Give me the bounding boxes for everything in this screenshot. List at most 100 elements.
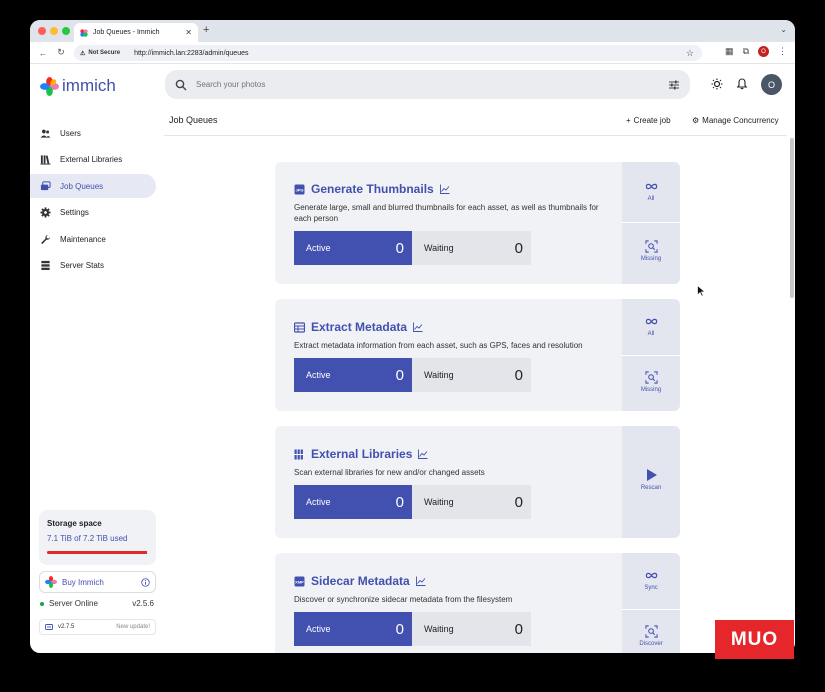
sidebar-item-job-queues[interactable]: Job Queues (30, 174, 156, 198)
plus-icon: + (626, 116, 631, 125)
server-version: v2.5.6 (132, 599, 154, 608)
storage-used-text: 7.1 TiB of 7.2 TiB used (47, 534, 128, 543)
waiting-count: 0 (514, 620, 523, 638)
muo-watermark-logo: MUO (715, 620, 794, 659)
job-title-label: External Libraries (311, 447, 413, 461)
queue-icon (40, 180, 51, 190)
browser-menu-icon[interactable]: ⋮ (778, 46, 787, 57)
sidebar-item-label: Server Stats (60, 260, 105, 270)
buy-immich-label: Buy Immich (62, 577, 104, 587)
users-icon (40, 129, 51, 138)
job-card-external-libraries: External Libraries Scan external librari… (275, 426, 680, 538)
brand-name: immich (62, 76, 116, 95)
sidebar-item-settings[interactable]: Settings (30, 200, 156, 224)
active-counter: Active 0 (294, 485, 412, 519)
storage-progress-bar (47, 551, 148, 554)
job-title-label: Extract Metadata (311, 320, 408, 334)
run-missing-button[interactable]: Missing (622, 371, 680, 393)
svg-text:JPG: JPG (295, 187, 303, 192)
app-header: immich Search your photos O (30, 64, 795, 104)
sidebar-item-label: Maintenance (60, 234, 106, 244)
job-counters: Active 0 Waiting 0 (294, 358, 531, 392)
waiting-count: 0 (514, 493, 523, 511)
new-tab-button[interactable]: + (203, 24, 209, 36)
back-icon[interactable]: ← (36, 48, 50, 58)
sidebar-item-server-stats[interactable]: Server Stats (30, 253, 156, 277)
job-counters: Active 0 Waiting 0 (294, 612, 531, 646)
job-actions: Sync Discover (622, 553, 680, 653)
job-description: Generate large, small and blurred thumbn… (294, 203, 599, 223)
job-title-label: Sidecar Metadata (311, 574, 410, 588)
run-all-button[interactable]: All (622, 180, 680, 202)
extensions-puzzle-icon[interactable]: ⧉ (743, 46, 749, 57)
discover-button[interactable]: Discover (622, 625, 680, 647)
buy-immich-button[interactable]: Buy Immich (39, 571, 156, 593)
sidebar-item-label: Job Queues (60, 181, 104, 191)
reload-icon[interactable]: ↻ (54, 47, 68, 58)
sidebar-item-users[interactable]: Users (30, 121, 156, 145)
create-job-button[interactable]: + Create job (626, 116, 671, 125)
maximize-window-button[interactable] (62, 27, 70, 35)
chart-icon[interactable] (415, 576, 426, 586)
server-status-label: Server Online (49, 599, 98, 608)
search-input[interactable] (196, 80, 668, 89)
immich-logo[interactable]: immich (40, 76, 116, 96)
discover-search-icon (644, 625, 658, 638)
job-description: Scan external libraries for new and/or c… (294, 468, 485, 477)
security-indicator[interactable]: ⚠ Not Secure (80, 50, 120, 57)
minimize-window-button[interactable] (50, 27, 58, 35)
active-label: Active (306, 497, 331, 507)
run-all-button[interactable]: All (622, 315, 680, 337)
svg-text:XMP: XMP (295, 579, 304, 584)
bookmark-star-icon[interactable]: ☆ (686, 48, 694, 59)
divider (622, 222, 680, 223)
search-bar[interactable] (165, 70, 690, 99)
divider (622, 609, 680, 610)
tab-close-icon[interactable]: ✕ (185, 28, 192, 37)
release-icon (45, 624, 53, 630)
chart-icon[interactable] (439, 184, 450, 194)
divider (622, 355, 680, 356)
browser-window: Job Queues - Immich ✕ + ⌄ ← ↻ ⚠ Not Secu… (30, 20, 795, 653)
job-card-extract-metadata: Extract Metadata Extract metadata inform… (275, 299, 680, 411)
notifications-bell-icon[interactable] (736, 78, 748, 90)
rescan-button[interactable]: Rescan (622, 468, 680, 491)
close-window-button[interactable] (38, 27, 46, 35)
watermark-text: MUO (730, 628, 779, 650)
sidebar-item-external-libraries[interactable]: External Libraries (30, 147, 156, 171)
waiting-counter: Waiting 0 (412, 358, 531, 392)
waiting-count: 0 (514, 239, 523, 257)
job-title-label: Generate Thumbnails (311, 182, 434, 196)
job-counters: Active 0 Waiting 0 (294, 485, 531, 519)
active-label: Active (306, 624, 331, 634)
chart-icon[interactable] (418, 449, 428, 459)
discover-label: Discover (639, 641, 663, 647)
chart-icon[interactable] (413, 322, 423, 332)
job-card-generate-thumbnails: JPG Generate Thumbnails Generate large, … (275, 162, 680, 284)
extension-icon[interactable]: ▦ (725, 46, 734, 57)
waiting-count: 0 (514, 366, 523, 384)
url-bar[interactable]: ⚠ Not Secure http://immich.lan:2283/admi… (74, 45, 702, 61)
missing-search-icon (644, 240, 658, 253)
active-count: 0 (395, 620, 404, 638)
tab-search-icon[interactable]: ⌄ (780, 25, 787, 34)
create-job-label: Create job (633, 116, 671, 125)
browser-tab[interactable]: Job Queues - Immich ✕ (74, 23, 198, 42)
missing-search-icon (644, 371, 658, 384)
active-count: 0 (395, 239, 404, 257)
library-icon (40, 154, 51, 165)
theme-toggle-icon[interactable] (711, 78, 723, 90)
user-avatar[interactable]: O (761, 74, 782, 95)
info-icon[interactable] (141, 577, 150, 587)
sync-button[interactable]: Sync (622, 569, 680, 591)
profile-avatar[interactable]: O (758, 46, 769, 57)
sidebar-item-maintenance[interactable]: Maintenance (30, 227, 156, 251)
manage-concurrency-button[interactable]: ⚙ Manage Concurrency (692, 116, 779, 125)
active-counter: Active 0 (294, 358, 412, 392)
run-missing-button[interactable]: Missing (622, 240, 680, 262)
search-filters-icon[interactable] (668, 79, 680, 91)
update-notice[interactable]: v2.7.5 New update! (39, 619, 156, 635)
job-description: Discover or synchronize sidecar metadata… (294, 595, 513, 604)
search-icon[interactable] (175, 79, 187, 91)
scrollbar[interactable] (790, 138, 794, 298)
